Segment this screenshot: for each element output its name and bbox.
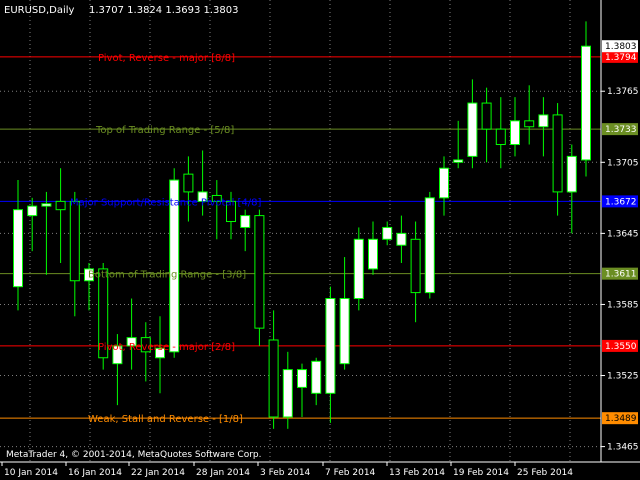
candle-bull <box>339 298 350 365</box>
level-price-box-label: 1.3733 <box>605 125 637 135</box>
candle-bear <box>55 200 66 211</box>
candle-bull <box>382 226 393 240</box>
candle-bull <box>27 205 38 217</box>
time-tick-label: 28 Jan 2014 <box>196 468 250 478</box>
candle-bear <box>254 215 265 329</box>
ohlc-values: 1.3707 1.3824 1.3693 1.3803 <box>89 5 239 16</box>
candle-wicks <box>17 21 587 429</box>
price-tick-label: 1.3525 <box>607 372 639 382</box>
level-label: Bottom of Trading Range - [3/8] <box>88 270 246 281</box>
candle-bear <box>268 339 279 418</box>
candle-bull <box>240 215 251 228</box>
candle-bull <box>581 45 591 161</box>
time-tick-label: 19 Feb 2014 <box>453 468 509 478</box>
time-tick-label: 22 Jan 2014 <box>131 468 185 478</box>
candle-bear <box>495 128 506 146</box>
candle-bear <box>552 114 563 193</box>
candle-bear <box>481 102 492 130</box>
candle-bull <box>311 360 322 394</box>
candle-bull <box>325 298 336 394</box>
chart-window[interactable]: Weak, Stall and Reverse - [7/8]Pivot, Re… <box>0 0 640 480</box>
time-tick-label: 10 Jan 2014 <box>4 468 58 478</box>
level-price-box-label: 1.3611 <box>605 270 637 280</box>
level-label: Top of Trading Range - [5/8] <box>95 125 234 136</box>
time-tick-label: 13 Feb 2014 <box>389 468 445 478</box>
candle-bull <box>566 155 577 193</box>
price-tick-label: 1.3585 <box>607 300 639 310</box>
level-label: Pivot, Reverse - major [8/8] <box>98 53 235 64</box>
level-price-box-label: 1.3550 <box>605 342 637 352</box>
level-price-box-label: 1.3672 <box>605 197 637 207</box>
level-price-box-label: 1.3794 <box>605 53 637 63</box>
candle-bear <box>410 238 421 294</box>
time-tick-label: 25 Feb 2014 <box>517 468 573 478</box>
candle-bull <box>453 159 464 163</box>
candle-bear <box>183 173 194 193</box>
price-tick-label: 1.3765 <box>607 87 639 97</box>
candle-bull <box>510 120 520 146</box>
symbol-timeframe-label: EURUSD,Daily <box>4 5 75 16</box>
time-tick-label: 3 Feb 2014 <box>260 468 311 478</box>
time-tick-label: 7 Feb 2014 <box>325 468 376 478</box>
current-price-label: 1.3803 <box>605 42 637 52</box>
candle-bull <box>439 167 449 199</box>
candle-bear <box>524 120 535 128</box>
price-tick-label: 1.3645 <box>607 229 639 239</box>
time-tick-label: 16 Jan 2014 <box>68 468 122 478</box>
candle-bear <box>69 200 80 282</box>
candle-bodies <box>13 45 591 418</box>
level-price-box-label: 1.3489 <box>605 414 637 424</box>
candle-bull <box>368 238 378 270</box>
candle-bull <box>467 102 478 157</box>
murrey-levels <box>0 56 601 419</box>
candle-bull <box>297 369 307 388</box>
candle-bull <box>396 232 407 246</box>
candle-bull <box>424 197 435 294</box>
copyright-label: MetaTrader 4, © 2001-2014, MetaQuotes So… <box>6 450 262 460</box>
chart-grid <box>0 0 601 462</box>
candle-bull <box>538 114 549 128</box>
candle-bull <box>353 238 364 300</box>
level-label: Major Support/Resistance Pivotal [4/8] <box>70 197 262 208</box>
price-tick-label: 1.3705 <box>607 158 639 168</box>
level-label: Pivot, Reverse - major [2/8] <box>98 342 235 353</box>
level-label: Weak, Stall and Reverse - [1/8] <box>88 414 243 425</box>
price-tick-label: 1.3465 <box>607 443 639 453</box>
candle-bull <box>13 209 23 288</box>
candle-bull <box>282 369 293 418</box>
candle-bull <box>41 203 52 207</box>
time-axis: 10 Jan 2014 16 Jan 2014 22 Jan 2014 28 Jan … <box>1 462 573 478</box>
price-chart[interactable]: Weak, Stall and Reverse - [7/8]Pivot, Re… <box>0 0 640 480</box>
